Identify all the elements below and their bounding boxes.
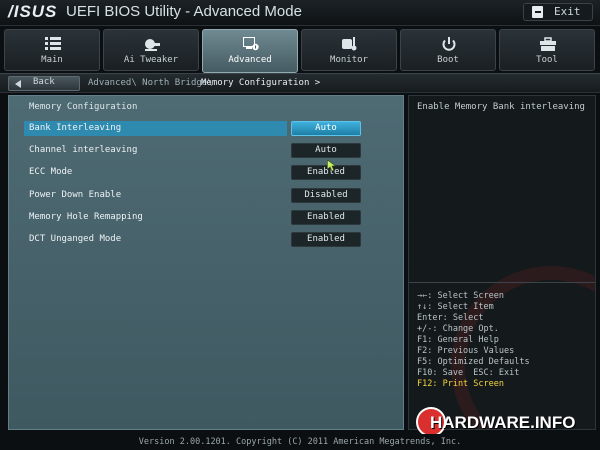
breadcrumb: Back Advanced\ North Bridge\ Memory Conf…: [0, 73, 600, 93]
key-hint: F1: General Help: [417, 335, 499, 345]
exit-button[interactable]: Exit: [523, 3, 593, 21]
hardware-info-logo-text: HARDWARE.INFO: [430, 413, 576, 432]
tab-ai-tweaker[interactable]: Ai Tweaker: [103, 29, 199, 71]
setting-value-button[interactable]: Disabled: [291, 188, 361, 203]
tweaker-icon: [144, 36, 160, 51]
setting-value-button[interactable]: Auto: [291, 143, 361, 158]
tab-label: Main: [41, 55, 63, 65]
key-hint: Enter: Select: [417, 313, 484, 323]
back-button[interactable]: Back: [8, 76, 80, 91]
tab-label: Advanced: [228, 55, 272, 65]
setting-value-button[interactable]: Enabled: [291, 232, 361, 247]
main-tabs: Main Ai Tweaker Advanced Monitor Boot To…: [4, 29, 596, 73]
breadcrumb-path[interactable]: Advanced\ North Bridge\: [88, 78, 213, 88]
setting-label: Bank Interleaving: [29, 123, 122, 133]
setting-power-down-enable[interactable]: Power Down Enable Disabled: [24, 188, 387, 203]
back-label: Back: [33, 77, 55, 87]
setting-value-button[interactable]: Enabled: [291, 165, 361, 180]
key-hint: F2: Previous Values: [417, 346, 515, 356]
toolbox-icon: [540, 36, 556, 51]
key-legend: →←: Select Screen ↑↓: Select Item Enter:…: [417, 291, 530, 390]
key-hint: ↑↓: Select Item: [417, 302, 494, 312]
key-hint: +/-: Change Opt.: [417, 324, 499, 334]
title-bar: /ISUS UEFI BIOS Utility - Advanced Mode …: [0, 0, 600, 26]
setting-label: DCT Unganged Mode: [29, 234, 122, 244]
tab-advanced[interactable]: Advanced: [202, 29, 298, 73]
tab-monitor[interactable]: Monitor: [301, 29, 397, 71]
key-hint: F5: Optimized Defaults: [417, 357, 530, 367]
setting-label: Memory Hole Remapping: [29, 212, 143, 222]
tab-label: Boot: [437, 55, 459, 65]
tab-label: Ai Tweaker: [123, 55, 179, 65]
monitor-gauge-icon: [342, 36, 358, 51]
setting-bank-interleaving[interactable]: Bank Interleaving Auto: [24, 121, 387, 136]
help-divider: [409, 282, 595, 283]
setting-value-button[interactable]: Auto: [291, 121, 361, 136]
back-arrow-icon: [15, 80, 21, 88]
version-copyright: Version 2.00.1201. Copyright (C) 2011 Am…: [138, 437, 462, 447]
mouse-cursor-icon: [327, 160, 337, 172]
footer: Version 2.00.1201. Copyright (C) 2011 Am…: [0, 434, 600, 450]
tab-boot[interactable]: Boot: [400, 29, 496, 71]
key-hint: →←: Select Screen: [417, 291, 504, 301]
setting-value-button[interactable]: Enabled: [291, 210, 361, 225]
help-description: Enable Memory Bank interleaving: [417, 102, 585, 112]
asus-logo: /ISUS: [8, 2, 58, 21]
breadcrumb-current: Memory Configuration >: [201, 78, 321, 88]
advanced-icon: [243, 36, 259, 51]
exit-label: Exit: [554, 5, 581, 18]
setting-label: Channel interleaving: [29, 145, 138, 155]
setting-channel-interleaving[interactable]: Channel interleaving Auto: [24, 143, 387, 158]
tab-tool[interactable]: Tool: [499, 29, 595, 71]
tab-label: Monitor: [330, 55, 368, 65]
setting-dct-unganged-mode[interactable]: DCT Unganged Mode Enabled: [24, 232, 387, 247]
tab-main[interactable]: Main: [4, 29, 100, 71]
key-hint: F10: Save ESC: Exit: [417, 368, 520, 378]
help-panel: Enable Memory Bank interleaving →←: Sele…: [408, 95, 596, 430]
exit-door-icon: [532, 6, 543, 18]
window-title: UEFI BIOS Utility - Advanced Mode: [66, 3, 302, 20]
setting-label: Power Down Enable: [29, 190, 122, 200]
setting-memory-hole-remapping[interactable]: Memory Hole Remapping Enabled: [24, 210, 387, 225]
key-hint-print-screen: F12: Print Screen: [417, 379, 504, 389]
section-title: Memory Configuration: [29, 102, 138, 112]
setting-label: ECC Mode: [29, 167, 73, 177]
power-icon: [441, 36, 457, 51]
list-icon: [45, 36, 61, 50]
tab-label: Tool: [536, 55, 558, 65]
settings-panel: Memory Configuration Bank Interleaving A…: [8, 95, 404, 430]
